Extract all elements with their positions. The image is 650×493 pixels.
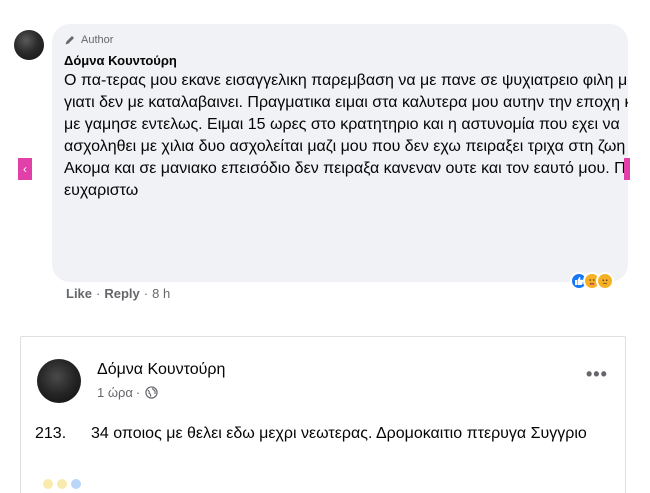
separator-dot: · bbox=[96, 286, 101, 301]
separator-dot: · bbox=[143, 286, 149, 301]
comment-timestamp[interactable]: 8 h bbox=[152, 286, 170, 301]
author-badge-label: Author bbox=[81, 34, 114, 46]
reply-link[interactable]: Reply bbox=[104, 286, 139, 301]
sad-reaction-icon bbox=[596, 272, 614, 290]
comment-text: Ο πα-τερας μου εκανε εισαγγελικη παρεμβα… bbox=[64, 72, 628, 199]
post-avatar[interactable] bbox=[37, 359, 81, 403]
like-link[interactable]: Like bbox=[66, 286, 92, 301]
post-number: 213. bbox=[35, 425, 67, 442]
post-reactions[interactable] bbox=[43, 479, 81, 489]
comment-bubble: Author Δόμνα Κουντούρη Ο πα-τερας μου εκ… bbox=[52, 24, 628, 282]
post-author-name[interactable]: Δόμνα Κουντούρη bbox=[97, 361, 225, 379]
author-badge: Author bbox=[64, 33, 616, 47]
comment-author-name[interactable]: Δόμνα Κουντούρη bbox=[64, 53, 616, 68]
chevron-right-marker[interactable] bbox=[624, 158, 630, 180]
comment-actions: Like · Reply · 8 h bbox=[66, 286, 170, 301]
post-body: 34 οποιος με θελει εδω μεχρι νεωτερας. Δ… bbox=[91, 425, 587, 442]
comment-reactions[interactable] bbox=[570, 272, 614, 290]
reaction-dot-icon bbox=[71, 479, 81, 489]
globe-icon[interactable] bbox=[145, 386, 158, 399]
more-options-icon[interactable]: ••• bbox=[586, 365, 608, 383]
chevron-left-icon[interactable]: ‹ bbox=[18, 158, 32, 180]
comment-text-clip: Ο πα-τερας μου εκανε εισαγγελικη παρεμβα… bbox=[64, 68, 628, 202]
comment-avatar[interactable] bbox=[14, 30, 44, 60]
post-text: 213. 34 οποιος με θελει εδω μεχρι νεωτερα… bbox=[35, 423, 615, 445]
post-meta: 1 ώρα · bbox=[97, 385, 158, 400]
separator-dot: · bbox=[135, 385, 141, 400]
reaction-dot-icon bbox=[57, 479, 67, 489]
post-card: Δόμνα Κουντούρη 1 ώρα · ••• 213. 34 οποιο… bbox=[20, 336, 626, 493]
post-timestamp[interactable]: 1 ώρα bbox=[97, 385, 133, 400]
pencil-icon bbox=[65, 36, 74, 45]
reaction-dot-icon bbox=[43, 479, 53, 489]
